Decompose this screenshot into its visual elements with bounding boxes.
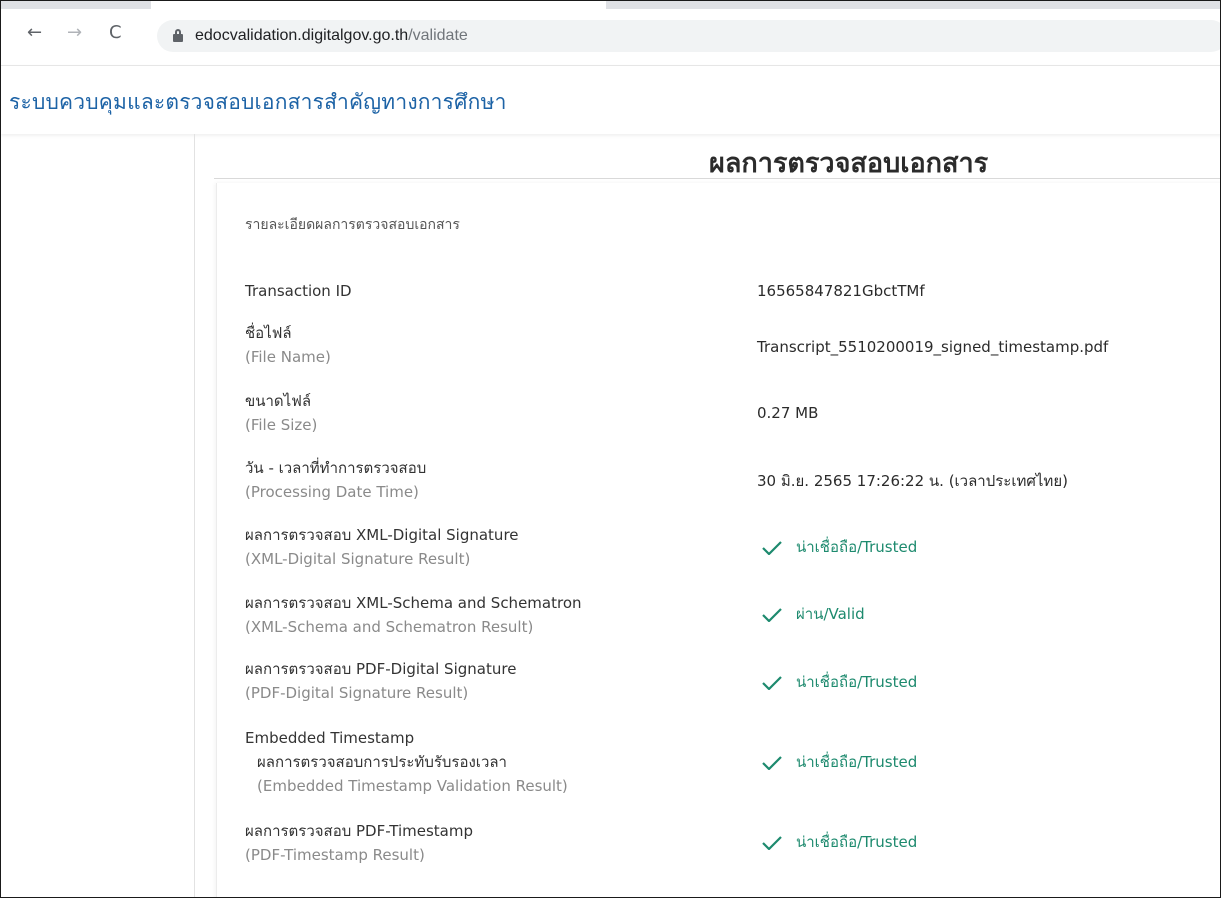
xml-signature-status: น่าเชื่อถือ/Trusted [762, 535, 917, 559]
pdf-signature-label-en: (PDF-Digital Signature Result) [245, 684, 469, 702]
file-size-label-en: (File Size) [245, 416, 318, 434]
xml-signature-label-th: ผลการตรวจสอบ XML-Digital Signature [245, 526, 519, 544]
file-name-label: ชื่อไฟล์ (File Name) [245, 321, 725, 369]
app-frame: ← → C edocvalidation.digitalgov.go.th/va… [0, 0, 1221, 898]
embedded-timestamp-label-th: ผลการตรวจสอบการประทับรับรองเวลา [257, 753, 507, 771]
pdf-timestamp-label-th: ผลการตรวจสอบ PDF-Timestamp [245, 822, 473, 840]
xml-schema-status: ผ่าน/Valid [762, 602, 865, 626]
embedded-timestamp-label-en: Embedded Timestamp [245, 729, 415, 747]
processing-datetime-label-th: วัน - เวลาที่ทำการตรวจสอบ [245, 459, 427, 477]
transaction-id-label-text: Transaction ID [245, 282, 352, 300]
file-name-label-th: ชื่อไฟล์ [245, 324, 292, 342]
site-header: ระบบควบคุมและตรวจสอบเอกสารสำคัญทางการศึก… [1, 65, 1220, 134]
back-arrow-icon[interactable]: ← [27, 23, 42, 43]
file-size-label-th: ขนาดไฟล์ [245, 392, 312, 410]
pdf-signature-status: น่าเชื่อถือ/Trusted [762, 670, 917, 694]
sidebar-divider [194, 134, 195, 897]
lock-icon[interactable] [173, 29, 183, 42]
site-title[interactable]: ระบบควบคุมและตรวจสอบเอกสารสำคัญทางการศึก… [9, 86, 507, 119]
embedded-timestamp-status-text: น่าเชื่อถือ/Trusted [796, 753, 918, 771]
file-name-label-en: (File Name) [245, 348, 331, 366]
xml-signature-label: ผลการตรวจสอบ XML-Digital Signature (XML-… [245, 523, 725, 571]
file-size-label: ขนาดไฟล์ (File Size) [245, 389, 725, 437]
xml-schema-status-text: ผ่าน/Valid [796, 605, 865, 623]
pdf-signature-status-text: น่าเชื่อถือ/Trusted [796, 673, 918, 691]
xml-schema-label-en: (XML-Schema and Schematron Result) [245, 618, 534, 636]
transaction-id-value: 16565847821GbctTMf [757, 282, 925, 300]
forward-arrow-icon[interactable]: → [67, 23, 82, 43]
xml-schema-label-th: ผลการตรวจสอบ XML-Schema and Schematron [245, 594, 582, 612]
file-size-value: 0.27 MB [757, 404, 819, 422]
processing-datetime-label-en: (Processing Date Time) [245, 483, 419, 501]
pdf-timestamp-label-en: (PDF-Timestamp Result) [245, 846, 425, 864]
browser-toolbar: ← → C edocvalidation.digitalgov.go.th/va… [1, 1, 1220, 65]
pdf-timestamp-label: ผลการตรวจสอบ PDF-Timestamp (PDF-Timestam… [245, 819, 725, 867]
processing-datetime-label: วัน - เวลาที่ทำการตรวจสอบ (Processing Da… [245, 456, 725, 504]
pdf-timestamp-status-text: น่าเชื่อถือ/Trusted [796, 833, 918, 851]
check-icon [762, 835, 782, 850]
processing-datetime-value: 30 มิ.ย. 2565 17:26:22 น. (เวลาประเทศไทย… [757, 472, 1068, 490]
result-card: รายละเอียดผลการตรวจสอบเอกสาร Transaction… [216, 183, 1220, 897]
transaction-id-label: Transaction ID [245, 279, 725, 303]
tab-strip [1, 1, 1220, 9]
check-icon [762, 755, 782, 770]
embedded-timestamp-status: น่าเชื่อถือ/Trusted [762, 750, 917, 774]
check-icon [762, 607, 782, 622]
card-title: รายละเอียดผลการตรวจสอบเอกสาร [245, 217, 460, 233]
xml-signature-status-text: น่าเชื่อถือ/Trusted [796, 538, 918, 556]
check-icon [762, 540, 782, 555]
pdf-signature-label: ผลการตรวจสอบ PDF-Digital Signature (PDF-… [245, 657, 725, 705]
active-tab[interactable] [151, 1, 606, 9]
xml-signature-label-en: (XML-Digital Signature Result) [245, 550, 471, 568]
file-name-value: Transcript_5510200019_signed_timestamp.p… [757, 338, 1109, 356]
embedded-timestamp-label: Embedded Timestamp ผลการตรวจสอบการประทับ… [245, 726, 725, 798]
reload-icon[interactable]: C [109, 23, 122, 43]
address-bar[interactable]: edocvalidation.digitalgov.go.th/validate [157, 20, 1220, 52]
embedded-timestamp-label-sub: (Embedded Timestamp Validation Result) [257, 777, 568, 795]
url-text[interactable]: edocvalidation.digitalgov.go.th/validate [195, 26, 468, 46]
url-path: /validate [408, 27, 468, 44]
pdf-signature-label-th: ผลการตรวจสอบ PDF-Digital Signature [245, 660, 517, 678]
url-host: edocvalidation.digitalgov.go.th [195, 27, 409, 44]
check-icon [762, 675, 782, 690]
pdf-timestamp-status: น่าเชื่อถือ/Trusted [762, 830, 917, 854]
xml-schema-label: ผลการตรวจสอบ XML-Schema and Schematron (… [245, 591, 725, 639]
heading-divider [214, 178, 1220, 179]
